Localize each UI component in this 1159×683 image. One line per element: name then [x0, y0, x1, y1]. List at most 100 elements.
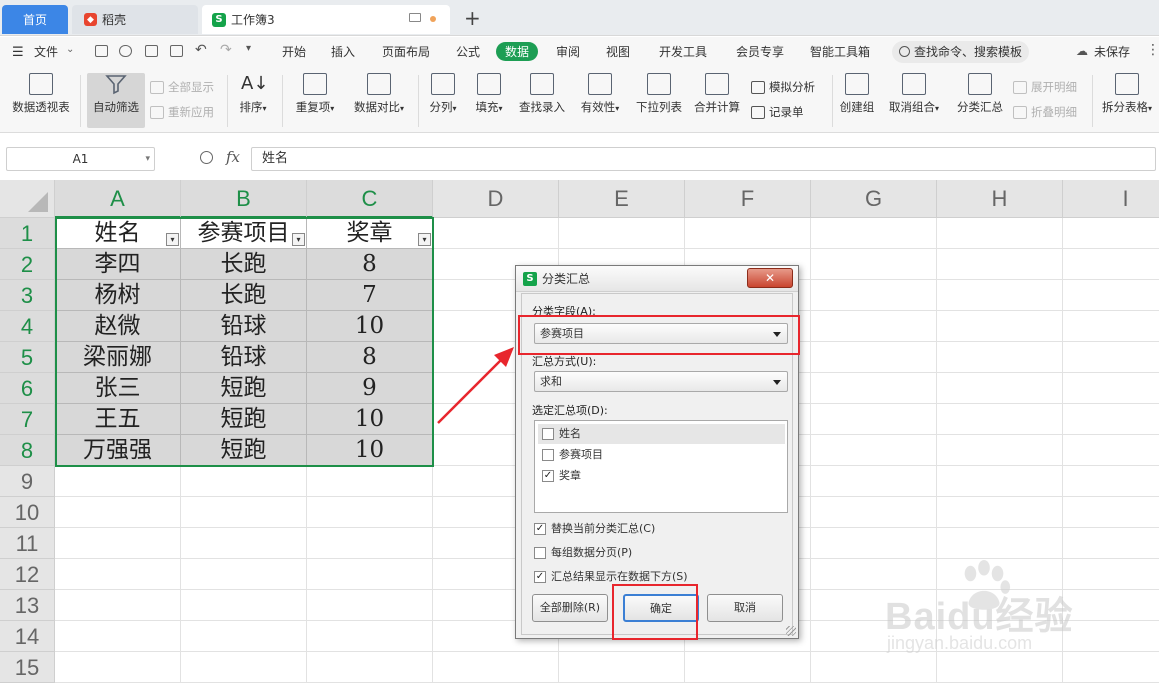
- column-header[interactable]: D: [433, 180, 559, 218]
- empty-cell[interactable]: [307, 590, 433, 621]
- empty-cell[interactable]: [937, 404, 1063, 435]
- save-icon[interactable]: [95, 45, 108, 57]
- empty-cell[interactable]: [937, 342, 1063, 373]
- monitor-icon[interactable]: [409, 13, 421, 22]
- empty-cell[interactable]: [181, 559, 307, 590]
- empty-cell[interactable]: [55, 590, 181, 621]
- tab-workbook[interactable]: S 工作簿3: [202, 5, 450, 34]
- record-form-button[interactable]: 记录单: [751, 104, 804, 120]
- empty-cell[interactable]: [307, 466, 433, 497]
- table-cell[interactable]: 赵微: [55, 311, 181, 342]
- table-cell[interactable]: 10: [307, 435, 433, 466]
- menu-view[interactable]: 视图: [606, 43, 630, 60]
- table-cell[interactable]: 短跑: [181, 404, 307, 435]
- empty-cell[interactable]: [307, 559, 433, 590]
- merge-calc-button[interactable]: 合并计算: [692, 73, 742, 115]
- row-header[interactable]: 7: [0, 404, 55, 435]
- empty-cell[interactable]: [1063, 342, 1159, 373]
- empty-cell[interactable]: [811, 249, 937, 280]
- chevron-down-icon[interactable]: ⌄: [66, 44, 74, 55]
- checkbox[interactable]: ✓: [542, 470, 554, 482]
- checkbox[interactable]: [542, 449, 554, 461]
- option-checkbox-row[interactable]: ✓ 替换当前分类汇总(C): [534, 522, 655, 536]
- table-cell[interactable]: 铅球: [181, 342, 307, 373]
- empty-cell[interactable]: [307, 497, 433, 528]
- empty-cell[interactable]: [1063, 404, 1159, 435]
- empty-cell[interactable]: [55, 559, 181, 590]
- empty-cell[interactable]: [181, 590, 307, 621]
- column-header[interactable]: H: [937, 180, 1063, 218]
- split-column-button[interactable]: 分列▾: [425, 73, 461, 115]
- column-header[interactable]: E: [559, 180, 685, 218]
- cloud-icon[interactable]: ☁: [1076, 44, 1088, 58]
- empty-cell[interactable]: [1063, 590, 1159, 621]
- tab-home[interactable]: 首页: [2, 5, 68, 34]
- menu-page-layout[interactable]: 页面布局: [382, 43, 430, 60]
- table-cell[interactable]: 张三: [55, 373, 181, 404]
- row-header[interactable]: 2: [0, 249, 55, 280]
- table-cell[interactable]: 杨树: [55, 280, 181, 311]
- select-all-corner[interactable]: [0, 180, 55, 218]
- zoom-icon[interactable]: [200, 151, 213, 164]
- empty-cell[interactable]: [1063, 497, 1159, 528]
- table-cell[interactable]: 梁丽娜: [55, 342, 181, 373]
- menu-formula[interactable]: 公式: [456, 43, 480, 60]
- empty-cell[interactable]: [685, 218, 811, 249]
- menu-file[interactable]: 文件: [34, 43, 58, 60]
- table-cell[interactable]: 短跑: [181, 373, 307, 404]
- column-header[interactable]: B: [181, 180, 307, 218]
- summary-item[interactable]: ✓ 奖章: [538, 466, 785, 486]
- empty-cell[interactable]: [685, 652, 811, 683]
- row-header[interactable]: 3: [0, 280, 55, 311]
- row-header[interactable]: 15: [0, 652, 55, 683]
- row-header[interactable]: 1: [0, 218, 55, 249]
- table-cell[interactable]: 铅球: [181, 311, 307, 342]
- checkbox[interactable]: [542, 428, 554, 440]
- row-header[interactable]: 5: [0, 342, 55, 373]
- filter-dropdown-icon[interactable]: ▾: [292, 233, 305, 246]
- print-preview-icon[interactable]: [170, 45, 183, 57]
- empty-cell[interactable]: [1063, 466, 1159, 497]
- row-header[interactable]: 14: [0, 621, 55, 652]
- empty-cell[interactable]: [55, 652, 181, 683]
- empty-cell[interactable]: [1063, 528, 1159, 559]
- data-compare-button[interactable]: 数据对比▾: [348, 73, 410, 115]
- empty-cell[interactable]: [811, 466, 937, 497]
- formula-input[interactable]: 姓名: [251, 147, 1156, 171]
- table-cell[interactable]: 10: [307, 404, 433, 435]
- empty-cell[interactable]: [433, 218, 559, 249]
- export-icon[interactable]: [119, 45, 132, 57]
- menu-data[interactable]: 数据: [496, 42, 539, 61]
- checkbox[interactable]: ✓: [534, 523, 546, 535]
- more-icon[interactable]: ▾: [246, 43, 251, 54]
- name-box[interactable]: A1: [6, 147, 155, 171]
- column-header[interactable]: G: [811, 180, 937, 218]
- empty-cell[interactable]: [559, 652, 685, 683]
- table-cell[interactable]: 长跑: [181, 249, 307, 280]
- empty-cell[interactable]: [811, 528, 937, 559]
- empty-cell[interactable]: [811, 435, 937, 466]
- expand-detail-button[interactable]: 展开明细: [1013, 79, 1077, 95]
- column-header[interactable]: I: [1063, 180, 1159, 218]
- empty-cell[interactable]: [55, 497, 181, 528]
- autofilter-button[interactable]: 自动筛选: [87, 73, 145, 128]
- print-icon[interactable]: [145, 45, 158, 57]
- empty-cell[interactable]: [307, 621, 433, 652]
- filter-dropdown-icon[interactable]: ▾: [418, 233, 431, 246]
- empty-cell[interactable]: [1063, 435, 1159, 466]
- row-header[interactable]: 8: [0, 435, 55, 466]
- menu-insert[interactable]: 插入: [331, 43, 355, 60]
- row-header[interactable]: 13: [0, 590, 55, 621]
- row-header[interactable]: 9: [0, 466, 55, 497]
- close-button[interactable]: ✕: [747, 268, 793, 288]
- split-table-button[interactable]: 拆分表格▾: [1099, 73, 1155, 115]
- empty-cell[interactable]: [55, 621, 181, 652]
- empty-cell[interactable]: [937, 621, 1063, 652]
- table-cell[interactable]: 长跑: [181, 280, 307, 311]
- create-group-button[interactable]: 创建组: [838, 73, 876, 115]
- collapse-detail-button[interactable]: 折叠明细: [1013, 104, 1077, 120]
- empty-cell[interactable]: [937, 435, 1063, 466]
- empty-cell[interactable]: [937, 373, 1063, 404]
- checkbox[interactable]: [534, 547, 546, 559]
- table-cell[interactable]: 李四: [55, 249, 181, 280]
